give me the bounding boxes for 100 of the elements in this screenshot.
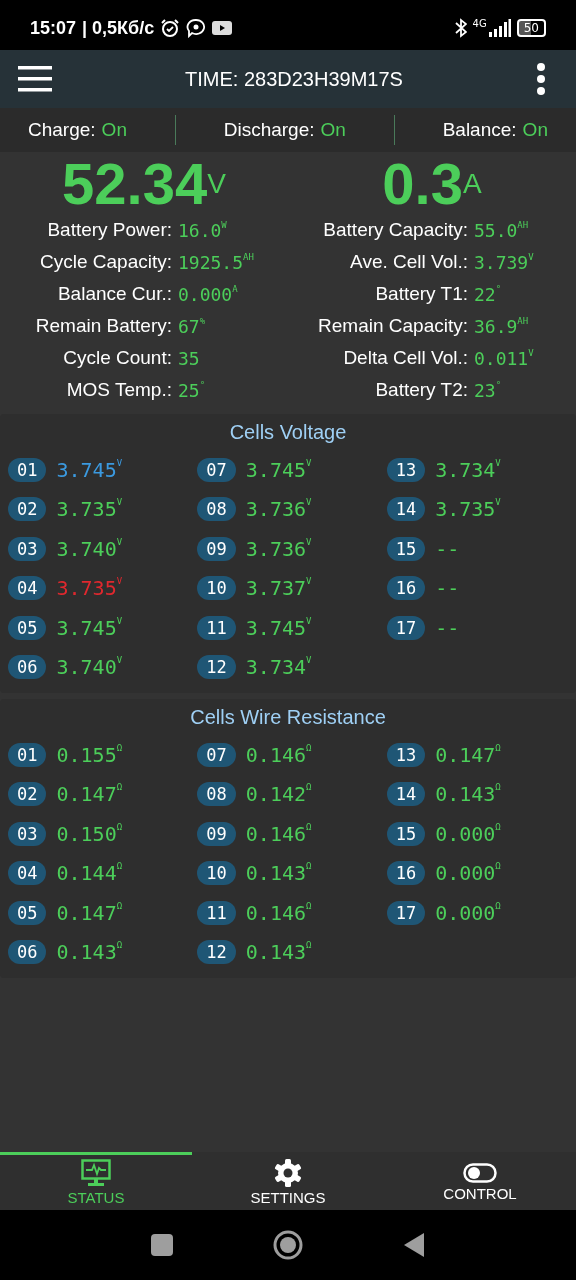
cell-number: 05 [8,900,47,925]
cell-value: 3.735$^{V}$ [435,497,501,522]
switch-state: On [522,119,548,141]
stat-label: Battery Capacity: [323,219,468,241]
stat-label: Remain Battery: [35,315,172,337]
cell-value: 0.144$^{Ω}$ [56,861,123,886]
cell-value: -- [435,576,460,601]
nav-tab[interactable]: SETTINGS [192,1152,384,1210]
cell-number: 01 [8,457,47,482]
stat-label: Delta Cell Vol.: [343,347,468,369]
cell-number: 03 [8,821,47,846]
switch-state: On [101,119,127,141]
cell-number: 07 [197,742,236,767]
video-icon [212,21,233,35]
cell-value: 3.736$^{V}$ [245,497,312,522]
cell-number: 17 [386,900,426,925]
cell-value: 0.000$^{Ω}$ [435,821,501,846]
cell-value: 0.147$^{Ω}$ [435,742,501,767]
recents-icon[interactable] [151,1234,173,1256]
cell-number: 16 [386,576,426,601]
network-type: 4G [472,18,487,29]
cell-number: 12 [197,655,236,680]
cell-value: 0.147$^{Ω}$ [56,782,123,807]
more-icon[interactable] [536,63,546,95]
clock: 15:07 [30,17,77,39]
stat-label: Battery Power: [47,219,172,241]
cell-number: 15 [386,821,426,846]
cell-number: 17 [386,615,426,640]
cell-number: 13 [386,457,426,482]
stat-value: 1925.5$^{AH}$ [178,251,254,273]
cell-value: 0.143$^{Ω}$ [56,940,123,965]
nav-tab[interactable]: CONTROL [384,1152,576,1210]
cell-number: 13 [386,742,426,767]
switch-label: Balance: [442,119,517,141]
stat-value: 25$^{°}$ [178,379,206,401]
cell-value: 0.000$^{Ω}$ [435,861,501,886]
cell-number: 04 [8,861,47,886]
cell-value: 0.155$^{Ω}$ [56,742,123,767]
back-icon[interactable] [403,1232,425,1258]
cell-number: 14 [386,782,426,807]
monitor-icon [81,1159,111,1187]
cell-value: 3.734$^{V}$ [245,655,312,680]
cell-number: 02 [8,497,47,522]
cell-number: 09 [197,821,236,846]
bluetooth-icon [454,18,467,38]
cell-number: 07 [197,457,236,482]
cell-value: -- [435,615,460,640]
cell-value: 3.737$^{V}$ [245,576,312,601]
cell-value: 0.146$^{Ω}$ [245,821,312,846]
section-title: Cells Voltage [228,420,348,445]
cell-value: 3.734$^{V}$ [435,457,501,482]
cell-value: 3.735$^{V}$ [56,576,123,601]
cell-number: 11 [197,615,236,640]
app-title: TIME: 283D23H39M17S [185,67,403,91]
cell-value: 0.146$^{Ω}$ [245,900,312,925]
cell-number: 16 [386,861,426,886]
stat-label: Remain Capacity: [318,315,468,337]
cell-number: 03 [8,536,47,561]
cell-value: 3.745$^{V}$ [56,457,123,482]
cell-number: 10 [197,576,236,601]
signal-icon [488,19,511,37]
cell-number: 04 [8,576,47,601]
cell-value: 0.143$^{Ω}$ [245,861,312,886]
cell-number: 02 [8,782,47,807]
cell-value: 3.740$^{V}$ [56,536,123,561]
cell-value: 3.736$^{V}$ [245,536,312,561]
cell-value: 3.735$^{V}$ [56,497,123,522]
cell-value: 0.150$^{Ω}$ [56,821,123,846]
alarm-icon [160,18,181,38]
cell-value: 0.146$^{Ω}$ [245,742,312,767]
cell-number: 08 [197,497,236,522]
cell-number: 01 [8,742,47,767]
network-speed: | 0,5Кб/с [82,17,155,39]
home-icon[interactable] [273,1230,303,1260]
stat-label: MOS Temp.: [66,379,172,401]
stat-label: Battery T1: [375,283,468,305]
cell-number: 05 [8,615,47,640]
menu-icon[interactable] [18,66,52,92]
stat-value: 23$^{°}$ [474,379,502,401]
settings-icon [274,1159,302,1187]
cell-value: 0.000$^{Ω}$ [435,900,501,925]
stat-value: 3.739$^{V}$ [474,251,534,273]
stat-value: 22$^{°}$ [474,283,502,305]
toggle-icon [463,1163,497,1183]
voltage-reading: 52.34$^{V}$ [62,154,226,214]
current-reading: 0.3$^{A}$ [382,154,482,214]
cell-value: 0.142$^{Ω}$ [245,782,312,807]
stat-label: Ave. Cell Vol.: [350,251,468,273]
switch-state: On [320,119,346,141]
cell-value: -- [435,536,460,561]
battery-indicator: 50 [516,19,546,37]
stat-label: Balance Cur.: [57,283,172,305]
cell-number: 11 [197,900,236,925]
switch-label: Discharge: [223,119,315,141]
stat-value: 0.000$^{A}$ [178,283,238,305]
stat-value: 67$^{%}$ [178,315,206,337]
stat-value: 35 [178,347,200,369]
cell-number: 15 [386,536,426,561]
cell-value: 3.740$^{V}$ [56,655,123,680]
cell-number: 06 [8,655,47,680]
